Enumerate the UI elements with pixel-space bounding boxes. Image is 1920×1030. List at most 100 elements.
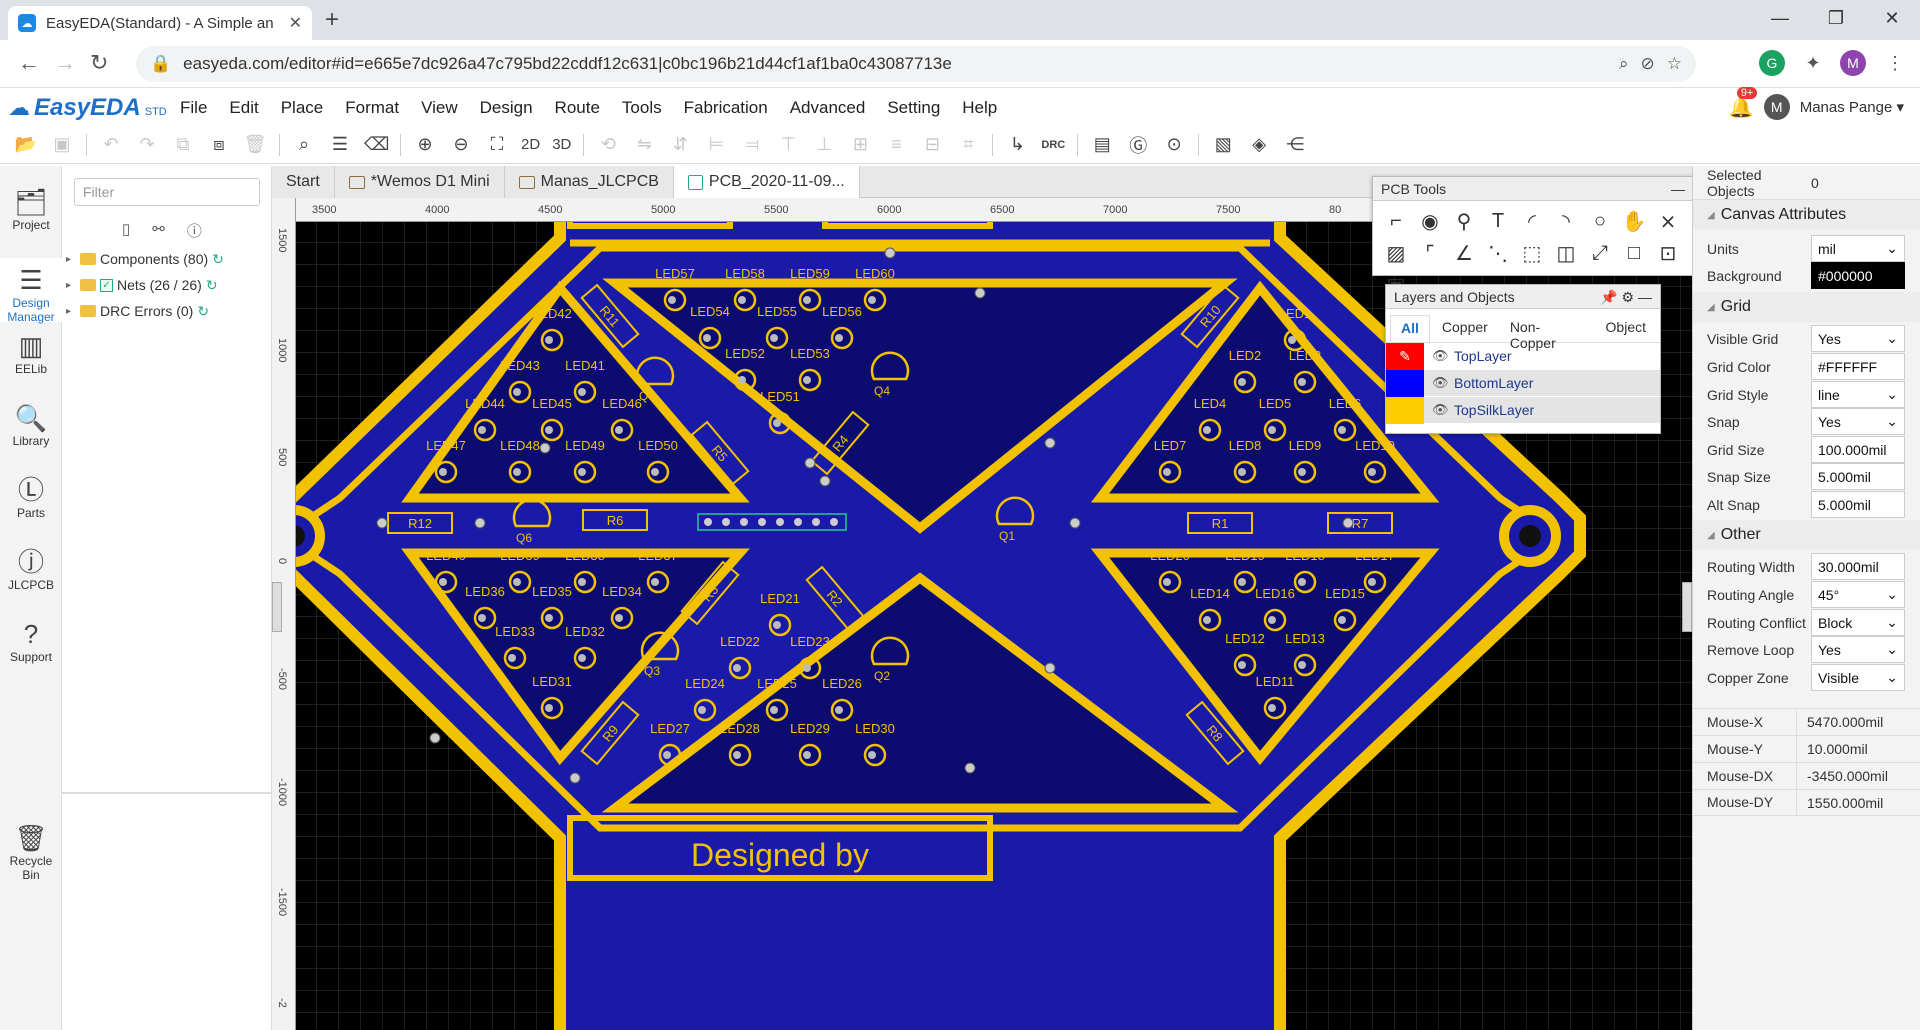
layer-row-topsilklayer[interactable]: 👁 TopSilkLayer bbox=[1386, 396, 1660, 424]
bookmark-star-icon[interactable]: ☆ bbox=[1667, 54, 1682, 74]
routing-conflict-select[interactable]: Block ⌄ bbox=[1811, 609, 1905, 636]
tree-item-components[interactable]: ▸ Components (80) ↻ bbox=[66, 246, 224, 272]
copper-area-icon[interactable]: ⌜ bbox=[1415, 239, 1445, 267]
settings-gear-icon[interactable]: ⚙ bbox=[1622, 289, 1635, 305]
minimize-panel-icon[interactable]: — bbox=[1638, 289, 1652, 305]
undo-icon[interactable]: ↶ bbox=[99, 134, 123, 155]
route-icon[interactable]: ↳ bbox=[1005, 134, 1029, 155]
tab-pcb[interactable]: PCB_2020-11-09... bbox=[673, 166, 860, 198]
paste-icon[interactable]: ⧈ bbox=[207, 134, 231, 155]
hand-tool-icon[interactable]: ✋ bbox=[1619, 207, 1649, 235]
tab-all[interactable]: All bbox=[1390, 315, 1430, 342]
flip-icon[interactable]: ⇋ bbox=[632, 134, 656, 155]
flip-vertical-icon[interactable]: ⇵ bbox=[668, 134, 692, 155]
arc-tool-icon[interactable]: ◜ bbox=[1517, 207, 1547, 235]
align-center-icon[interactable]: ⊞ bbox=[848, 134, 872, 155]
align-top-icon[interactable]: ⊤ bbox=[776, 134, 800, 155]
measure-tool-icon[interactable]: ⤢ bbox=[1585, 239, 1615, 267]
fit-view-icon[interactable]: ⛶ bbox=[485, 134, 509, 155]
share-icon[interactable]: ⋲ bbox=[1283, 134, 1307, 155]
connect-tool-icon[interactable]: ⋱ bbox=[1483, 239, 1513, 267]
reload-icon[interactable]: ↻ bbox=[90, 50, 108, 76]
arc2-tool-icon[interactable]: ◝ bbox=[1551, 207, 1581, 235]
close-tab-icon[interactable]: ✕ bbox=[289, 13, 302, 33]
redo-icon[interactable]: ↷ bbox=[135, 134, 159, 155]
canvas-origin-icon[interactable]: ⊡ bbox=[1653, 239, 1683, 267]
refresh-icon[interactable]: ↻ bbox=[212, 251, 224, 268]
snap-select[interactable]: Yes ⌄ bbox=[1811, 408, 1905, 435]
collapse-triangle-icon[interactable]: ◢ bbox=[1707, 302, 1715, 313]
menu-tools[interactable]: Tools bbox=[622, 98, 662, 118]
minimize-panel-icon[interactable]: — bbox=[1671, 181, 1685, 197]
collapse-triangle-icon[interactable]: ◢ bbox=[1707, 530, 1715, 541]
snap-size-field[interactable]: 5.000mil bbox=[1811, 463, 1905, 490]
image-tool-icon[interactable]: ▨ bbox=[1381, 239, 1411, 267]
grid-style-select[interactable]: line ⌄ bbox=[1811, 381, 1905, 408]
tab-manas-jlcpcb[interactable]: Manas_JLCPCB bbox=[504, 166, 674, 198]
forward-icon[interactable]: → bbox=[54, 50, 76, 76]
checkbox-icon[interactable]: ✓ bbox=[100, 278, 113, 292]
filter-input[interactable]: Filter bbox=[74, 178, 260, 206]
sidebar-item-library[interactable]: 🔍 Library bbox=[0, 396, 62, 460]
view-2d-button[interactable]: 2D bbox=[521, 136, 540, 153]
layers-icon[interactable]: ◈ bbox=[1247, 134, 1271, 155]
gerber-icon[interactable]: Ⓖ bbox=[1126, 132, 1150, 158]
left-panel-collapse-handle[interactable] bbox=[272, 582, 282, 632]
sidebar-item-recycle-bin[interactable]: 🗑 Recycle Bin bbox=[0, 816, 62, 882]
zoom-icon[interactable]: ⌕ bbox=[1619, 54, 1629, 74]
square-tool-icon[interactable]: □ bbox=[1619, 239, 1649, 267]
eye-icon[interactable]: 👁 bbox=[1432, 348, 1454, 364]
tab-non-copper[interactable]: Non-Copper bbox=[1500, 315, 1594, 351]
tab-copper[interactable]: Copper bbox=[1432, 315, 1498, 342]
drc-button[interactable]: DRC bbox=[1041, 139, 1065, 151]
distribute-icon[interactable]: ⊟ bbox=[920, 134, 944, 155]
net-icon[interactable]: ⚯ bbox=[152, 220, 165, 241]
layer-color-swatch[interactable] bbox=[1386, 396, 1424, 424]
info-icon[interactable]: ⓘ bbox=[187, 220, 202, 241]
tracking-icon[interactable]: ⊘ bbox=[1641, 54, 1655, 74]
image-icon[interactable]: ▧ bbox=[1211, 134, 1235, 155]
new-tab-icon[interactable]: + bbox=[325, 6, 339, 34]
layer-color-swatch[interactable] bbox=[1386, 369, 1424, 397]
menu-format[interactable]: Format bbox=[345, 98, 399, 118]
delete-icon[interactable]: 🗑 bbox=[243, 134, 267, 155]
extensions-icon[interactable]: ✦ bbox=[1800, 50, 1826, 76]
menu-fabrication[interactable]: Fabrication bbox=[684, 98, 768, 118]
menu-advanced[interactable]: Advanced bbox=[790, 98, 866, 118]
layer-color-swatch[interactable]: ✎ bbox=[1386, 342, 1424, 370]
via-tool-icon[interactable]: ⚲ bbox=[1449, 207, 1479, 235]
eye-icon[interactable]: 👁 bbox=[1432, 375, 1454, 391]
alt-snap-field[interactable]: 5.000mil bbox=[1811, 491, 1905, 518]
tab-wemos[interactable]: *Wemos D1 Mini bbox=[334, 166, 505, 198]
back-icon[interactable]: ← bbox=[18, 50, 40, 76]
connect-pad-icon[interactable]: ⨯ bbox=[1653, 207, 1683, 235]
menu-help[interactable]: Help bbox=[962, 98, 997, 118]
sidebar-item-design-manager[interactable]: ☰ Design Manager bbox=[0, 258, 62, 324]
text-tool-icon[interactable]: T bbox=[1483, 207, 1513, 235]
component-icon[interactable]: ▯ bbox=[122, 220, 130, 241]
menu-edit[interactable]: Edit bbox=[229, 98, 258, 118]
panel-divider[interactable] bbox=[62, 792, 272, 794]
align-bottom-icon[interactable]: ⊥ bbox=[812, 134, 836, 155]
url-field[interactable]: 🔒 easyeda.com/editor#id=e665e7dc926a47c7… bbox=[136, 46, 1696, 82]
grid-size-field[interactable]: 100.000mil bbox=[1811, 436, 1905, 463]
circle-tool-icon[interactable]: ○ bbox=[1585, 207, 1615, 235]
menu-route[interactable]: Route bbox=[555, 98, 600, 118]
right-panel-collapse-handle[interactable] bbox=[1682, 582, 1692, 632]
solid-region-icon[interactable]: ⬚ bbox=[1517, 239, 1547, 267]
grid-color-field[interactable]: #FFFFFF bbox=[1811, 353, 1905, 380]
sidebar-item-support[interactable]: ? Support bbox=[0, 612, 62, 676]
sidebar-item-project[interactable]: 🗂 Project bbox=[0, 180, 62, 244]
track-tool-icon[interactable]: ⌐ bbox=[1381, 207, 1411, 235]
minimize-icon[interactable]: — bbox=[1752, 0, 1808, 36]
tab-start[interactable]: Start bbox=[272, 166, 335, 198]
rotate-icon[interactable]: ⟲ bbox=[596, 134, 620, 155]
refresh-icon[interactable]: ↻ bbox=[197, 303, 209, 320]
menu-view[interactable]: View bbox=[421, 98, 458, 118]
grid-align-icon[interactable]: ⌗ bbox=[956, 134, 980, 155]
open-folder-icon[interactable]: 📂 bbox=[14, 134, 38, 155]
tab-object[interactable]: Object bbox=[1596, 315, 1656, 342]
user-avatar[interactable]: M bbox=[1763, 94, 1790, 120]
profile-avatar[interactable]: M bbox=[1840, 50, 1866, 76]
copper-zone-select[interactable]: Visible ⌄ bbox=[1811, 664, 1905, 691]
